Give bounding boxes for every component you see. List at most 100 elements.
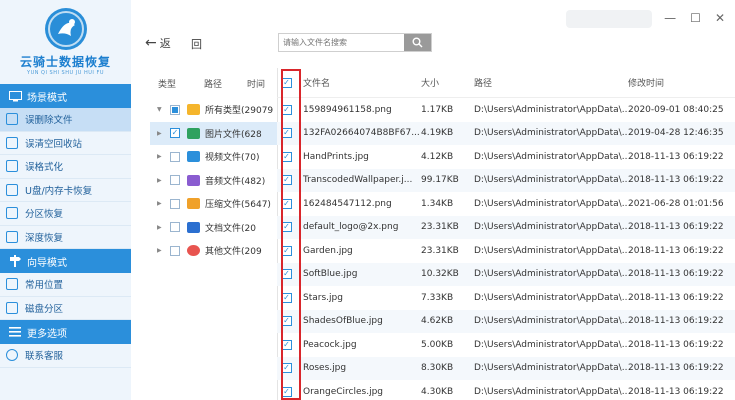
row-checkbox[interactable]: ✓: [281, 269, 292, 280]
sidebar-item-label: 误格式化: [25, 162, 64, 174]
cell-path: D:\Users\Administrator\AppData\...: [474, 222, 628, 233]
sidebar-item-partition-recovery[interactable]: 分区恢复: [0, 202, 131, 226]
cell-modified: 2018-11-13 06:19:22: [628, 222, 724, 233]
header-modified[interactable]: 修改时间: [628, 76, 735, 89]
sidebar-item-usb-card[interactable]: U盘/内存卡恢复: [0, 179, 131, 202]
sidebar-item-deep-recovery[interactable]: 深度恢复: [0, 226, 131, 249]
tree-checkbox[interactable]: [170, 175, 180, 186]
sidebar-item-contact-support[interactable]: 联系客服: [0, 344, 131, 368]
tree-header-time[interactable]: 时间: [233, 77, 273, 90]
row-checkbox[interactable]: ✓: [281, 339, 292, 350]
expand-right-icon[interactable]: ▶: [157, 247, 165, 254]
tree-checkbox[interactable]: [170, 222, 180, 233]
cell-path: D:\Users\Administrator\AppData\...: [474, 363, 628, 374]
expand-right-icon[interactable]: ▶: [157, 153, 165, 160]
tree-item-archives[interactable]: ▶ 压缩文件(5647): [150, 192, 277, 216]
expand-down-icon[interactable]: ▼: [157, 106, 165, 113]
tree-checkbox[interactable]: [170, 151, 180, 162]
row-checkbox[interactable]: ✓: [281, 128, 292, 139]
expand-right-icon[interactable]: ▶: [157, 177, 165, 184]
row-checkbox[interactable]: ✓: [281, 222, 292, 233]
table-row[interactable]: ✓ TranscodedWallpaper.j... 99.17KB D:\Users…: [277, 168, 735, 192]
tree-header-path[interactable]: 路径: [190, 77, 233, 90]
section-scene-mode[interactable]: 场景模式: [0, 84, 131, 108]
table-row[interactable]: ✓ Peacock.jpg 5.00KB D:\Users\Administrator…: [277, 333, 735, 357]
tree-header-type[interactable]: 类型: [150, 77, 190, 90]
cell-size: 5.00KB: [421, 339, 454, 350]
header-filename[interactable]: 文件名: [303, 76, 420, 89]
sidebar-item-deleted-files[interactable]: 误删除文件: [0, 108, 131, 132]
sidebar-item-disk-partition[interactable]: 磁盘分区: [0, 297, 131, 320]
row-checkbox[interactable]: ✓: [281, 151, 292, 162]
tree-checkbox[interactable]: [170, 198, 180, 209]
cell-path: D:\Users\Administrator\AppData\...: [474, 151, 628, 162]
table-row[interactable]: ✓ OrangeCircles.jpg 4.30KB D:\Users\Adminis…: [277, 380, 735, 400]
minimize-icon[interactable]: —: [664, 11, 676, 25]
logo-area: 云骑士数据恢复 YUN QI SHI SHU JU HUI FU: [0, 0, 131, 84]
row-checkbox[interactable]: ✓: [281, 292, 292, 303]
sidebar-item-common-locations[interactable]: 常用位置: [0, 273, 131, 297]
tree-item-label: 文档文件(20: [205, 223, 256, 234]
row-checkbox[interactable]: ✓: [281, 386, 292, 397]
cell-filename: HandPrints.jpg: [303, 151, 369, 162]
table-row[interactable]: ✓ default_logo@2x.png 23.31KB D:\Users\Admi…: [277, 215, 735, 239]
table-row[interactable]: ✓ ShadesOfBlue.jpg 4.62KB D:\Users\Administ…: [277, 309, 735, 333]
tree-checkbox[interactable]: [170, 104, 180, 115]
tree-checkbox[interactable]: ✓: [170, 128, 180, 139]
sidebar: 云骑士数据恢复 YUN QI SHI SHU JU HUI FU 场景模式 误删…: [0, 0, 131, 400]
expand-right-icon[interactable]: ▶: [157, 224, 165, 231]
cell-modified: 2018-11-13 06:19:22: [628, 151, 724, 162]
row-checkbox-cell: ✓: [277, 128, 303, 139]
maximize-icon[interactable]: ☐: [690, 11, 701, 25]
tree-checkbox[interactable]: [170, 245, 180, 256]
cell-filename: OrangeCircles.jpg: [303, 386, 384, 397]
table-row[interactable]: ✓ Stars.jpg 7.33KB D:\Users\Administrator\A…: [277, 286, 735, 310]
search-button[interactable]: [404, 34, 431, 51]
table-row[interactable]: ✓ 159894961158.png 1.17KB D:\Users\Administ…: [277, 98, 735, 122]
close-icon[interactable]: ✕: [715, 11, 725, 25]
header-size[interactable]: 大小: [420, 76, 474, 89]
table-body: ✓ 159894961158.png 1.17KB D:\Users\Administ…: [277, 98, 735, 400]
header-path[interactable]: 路径: [474, 76, 628, 89]
return-button[interactable]: 回: [191, 36, 202, 52]
search-input[interactable]: [279, 34, 404, 51]
row-checkbox[interactable]: ✓: [281, 175, 292, 186]
cell-path: D:\Users\Administrator\AppData\...: [474, 175, 628, 186]
tree-item-documents[interactable]: ▶ 文档文件(20: [150, 216, 277, 240]
tree-item-images[interactable]: ▶ ✓ 图片文件(628: [150, 121, 277, 145]
file-icon: [6, 113, 18, 126]
sidebar-item-recycle-bin[interactable]: 误清空回收站: [0, 132, 131, 155]
tree-item-other[interactable]: ▶ 其他文件(209: [150, 239, 277, 263]
expand-right-icon[interactable]: ▶: [157, 130, 165, 137]
cell-filename: default_logo@2x.png: [303, 222, 399, 233]
row-checkbox[interactable]: ✓: [281, 198, 292, 209]
section-wizard-mode[interactable]: 向导模式: [0, 249, 131, 273]
window-title-area: [566, 10, 652, 28]
select-all-checkbox[interactable]: ✓: [281, 77, 292, 88]
tree-item-audio[interactable]: ▶ 音频文件(482): [150, 169, 277, 193]
table-row[interactable]: ✓ 132FA02664074B8BF67... 4.19KB D:\Users\Ad…: [277, 121, 735, 145]
row-checkbox[interactable]: ✓: [281, 363, 292, 374]
table-row[interactable]: ✓ HandPrints.jpg 4.12KB D:\Users\Administra…: [277, 145, 735, 169]
cell-filename: SoftBlue.jpg: [303, 269, 358, 280]
row-checkbox[interactable]: ✓: [281, 104, 292, 115]
cell-modified: 2019-04-28 12:46:35: [628, 128, 724, 139]
windows-icon: [6, 278, 18, 291]
app-subtitle: YUN QI SHI SHU JU HUI FU: [27, 70, 104, 76]
header-select-all[interactable]: ✓: [277, 77, 303, 88]
usb-icon: [6, 183, 18, 196]
row-checkbox[interactable]: ✓: [281, 245, 292, 256]
table-row[interactable]: ✓ 162484547112.png 1.34KB D:\Users\Administ…: [277, 192, 735, 216]
table-row[interactable]: ✓ SoftBlue.jpg 10.32KB D:\Users\Administrat…: [277, 262, 735, 286]
row-checkbox[interactable]: ✓: [281, 316, 292, 327]
other-files-icon: [187, 245, 200, 257]
table-row[interactable]: ✓ Garden.jpg 23.31KB D:\Users\Administrator…: [277, 239, 735, 263]
section-more-options[interactable]: 更多选项: [0, 320, 131, 344]
sidebar-item-format[interactable]: 误格式化: [0, 155, 131, 179]
table-row[interactable]: ✓ Roses.jpg 8.30KB D:\Users\Administrator\A…: [277, 356, 735, 380]
tree-item-videos[interactable]: ▶ 视频文件(70): [150, 145, 277, 169]
expand-right-icon[interactable]: ▶: [157, 200, 165, 207]
back-button[interactable]: ← 返: [145, 35, 171, 51]
tree-item-all-types[interactable]: ▼ 所有类型(29079: [150, 98, 277, 122]
app-name: 云骑士数据恢复: [19, 55, 111, 69]
